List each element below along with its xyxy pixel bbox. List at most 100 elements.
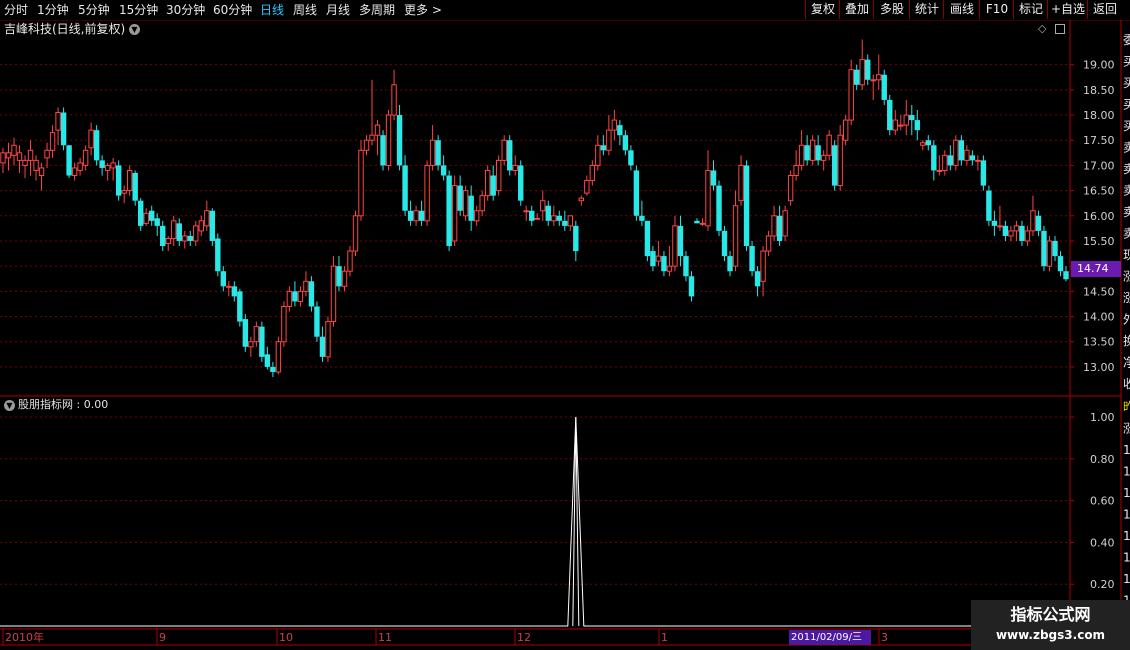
info-panel-label: 1 (1123, 465, 1130, 479)
candle-body (495, 159, 502, 192)
candle (600, 135, 607, 156)
candle (1046, 235, 1053, 272)
candle (892, 110, 898, 136)
candle (782, 205, 788, 241)
period-tab-5min[interactable]: 5分钟 (78, 2, 110, 18)
candle-body (314, 306, 320, 337)
candle (275, 336, 282, 375)
period-tab-fenshi[interactable]: 分时 (4, 2, 28, 18)
indicator-chevron-icon[interactable]: ▼ (4, 400, 15, 411)
price-tick-label: 18.00 (1083, 109, 1115, 122)
candle-body (160, 225, 166, 247)
period-tab-weekly[interactable]: 周线 (293, 2, 317, 18)
candle (495, 155, 502, 196)
mark-button[interactable]: 标记 (1013, 0, 1048, 19)
candle (551, 205, 557, 226)
info-panel-label: 涨 (1123, 290, 1130, 305)
multi-stock-button[interactable]: 多股 (873, 0, 910, 19)
candle-body (385, 114, 392, 166)
fuquan-button[interactable]: 复权 (805, 0, 840, 19)
time-tick-label: 10 (279, 631, 293, 644)
candle (903, 99, 909, 136)
overlay-button[interactable]: 叠加 (839, 0, 874, 19)
candle-body (793, 164, 799, 176)
right-info-panel: 委买买买买卖卖卖卖卖现涨涨外换净收昨涨111111111 (1123, 33, 1130, 629)
candle (325, 316, 331, 362)
candle-body (710, 170, 717, 186)
candle (942, 150, 948, 176)
candlestick-series (0, 39, 1069, 377)
candle-body (754, 271, 761, 287)
indicator-line (0, 416, 1070, 627)
candle-body (347, 250, 353, 272)
info-panel-label: 昨 (1123, 400, 1130, 414)
candle (677, 215, 684, 267)
candle (920, 140, 926, 151)
candle-body (303, 280, 309, 292)
candle (363, 135, 370, 156)
candle (402, 155, 408, 216)
candle-body (407, 210, 414, 221)
price-tick-label: 18.50 (1083, 84, 1115, 97)
chart-area[interactable]: 19.00 18.50 18.00 17.50 17.00 16.50 16.00 15.50… (0, 0, 1130, 650)
candle-body (606, 129, 612, 151)
candle-body (396, 115, 403, 166)
price-tick-label: 14.00 (1083, 311, 1115, 324)
candle-body (705, 169, 711, 227)
window-toggle-icon[interactable] (1055, 24, 1065, 34)
candle-body (782, 210, 788, 237)
candle (837, 125, 843, 191)
candle (137, 198, 144, 231)
f10-button[interactable]: F10 (979, 0, 1014, 19)
candle (606, 115, 612, 156)
candle-body (611, 119, 618, 131)
candle-body (837, 134, 843, 187)
diamond-icon[interactable]: ◇ (1038, 22, 1046, 35)
candle-body (451, 185, 458, 242)
candle-body (0, 152, 6, 164)
period-tab-15min[interactable]: 15分钟 (119, 2, 158, 18)
candle-body (380, 135, 386, 166)
candle-body (115, 165, 122, 196)
candle-body (820, 154, 827, 161)
period-tab-daily[interactable]: 日线 (260, 2, 284, 18)
period-tab-monthly[interactable]: 月线 (326, 2, 350, 18)
stats-button[interactable]: 统计 (909, 0, 944, 19)
chevron-down-icon[interactable]: ▼ (129, 24, 140, 35)
period-tab-1min[interactable]: 1分钟 (37, 2, 69, 18)
candle-body (149, 210, 155, 221)
candle-body (325, 321, 331, 358)
back-button[interactable]: 返回 (1087, 0, 1122, 19)
candle (270, 361, 276, 377)
candle-body (369, 134, 375, 141)
candle (479, 190, 485, 216)
candle (352, 210, 359, 257)
candle-body (639, 215, 645, 221)
candle (914, 110, 920, 141)
candle-body (903, 114, 909, 126)
period-tab-multi[interactable]: 多周期 (359, 2, 395, 18)
candle-body (831, 145, 838, 186)
candle (798, 130, 805, 171)
candle-body (33, 159, 39, 171)
candle (1035, 210, 1042, 236)
candle (655, 240, 662, 267)
candle (462, 185, 469, 221)
candle-body (589, 164, 596, 182)
indicator-tick-label: 0.80 (1090, 453, 1115, 466)
period-tab-30min[interactable]: 30分钟 (166, 2, 205, 18)
add-watchlist-button[interactable]: +自选 (1047, 0, 1088, 19)
candle-body (815, 145, 821, 161)
candle (297, 286, 304, 307)
candle (121, 185, 127, 204)
candle (622, 130, 629, 156)
candle-body (644, 220, 651, 257)
candle-body (391, 84, 397, 116)
period-tab-60min[interactable]: 60分钟 (213, 2, 252, 18)
info-panel-label: 买 (1123, 76, 1130, 90)
draw-line-button[interactable]: 画线 (943, 0, 980, 19)
candle-body (198, 220, 204, 232)
candle (413, 205, 419, 226)
candle-body (617, 125, 623, 136)
more-periods-button[interactable]: 更多 > (404, 2, 442, 18)
